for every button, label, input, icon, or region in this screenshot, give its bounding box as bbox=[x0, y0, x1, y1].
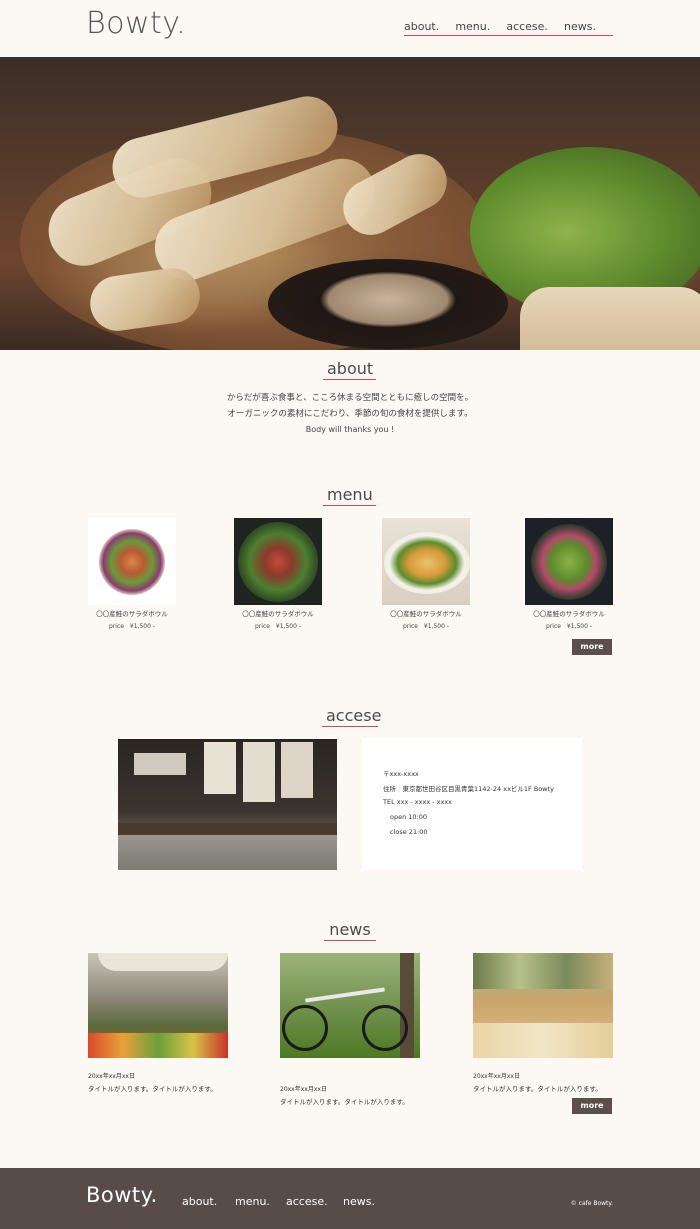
site-header: Bowty. about. menu. accese. news. bbox=[0, 0, 700, 57]
nav-link-menu[interactable]: menu. bbox=[455, 20, 490, 35]
news-item-date: 20xx年xx月xx日 bbox=[473, 1073, 520, 1080]
menu-item-price: price ¥1,500 - bbox=[546, 623, 592, 630]
news-item-title: タイトルが入ります。タイトルが入ります。 bbox=[88, 1085, 217, 1093]
cafe-interior-image bbox=[118, 739, 337, 870]
menu-item[interactable]: 〇〇産鮭のサラダボウル price ¥1,500 - bbox=[234, 518, 322, 630]
menu-item-price: price ¥1,500 - bbox=[403, 623, 449, 630]
menu-item-price: price ¥1,500 - bbox=[109, 623, 155, 630]
menu-item-image bbox=[525, 518, 613, 605]
menu-item-name: 〇〇産鮭のサラダボウル bbox=[390, 610, 462, 618]
section-title-news: news bbox=[324, 920, 376, 941]
footer-nav-accese[interactable]: accese. bbox=[286, 1195, 328, 1208]
footer-logo[interactable]: Bowty. bbox=[86, 1183, 158, 1207]
news-item-date: 20xx年xx月xx日 bbox=[88, 1073, 135, 1080]
section-title-about: about bbox=[323, 359, 376, 380]
menu-item-image bbox=[234, 518, 322, 605]
site-logo[interactable]: Bowty. bbox=[86, 6, 186, 41]
footer-nav-menu[interactable]: menu. bbox=[235, 1195, 270, 1208]
nav-link-news[interactable]: news. bbox=[564, 20, 596, 35]
footer-nav-about[interactable]: about. bbox=[182, 1195, 217, 1208]
nav-link-about[interactable]: about. bbox=[404, 20, 439, 35]
nav-link-accese[interactable]: accese. bbox=[506, 20, 548, 35]
menu-item[interactable]: 〇〇産鮭のサラダボウル price ¥1,500 - bbox=[88, 518, 176, 630]
news-item[interactable]: 20xx年xx月xx日 タイトルが入ります。タイトルが入ります。 bbox=[88, 953, 228, 1093]
news-item[interactable]: 20xx年xx月xx日 タイトルが入ります。タイトルが入ります。 bbox=[473, 953, 613, 1093]
footer-nav-news[interactable]: news. bbox=[343, 1195, 375, 1208]
news-item-image bbox=[280, 953, 420, 1058]
section-title-menu: menu bbox=[323, 485, 376, 506]
access-info-card: 〒xxx-xxxx 住所 東京都世田谷区目黒青葉1142-24 xxビル1F B… bbox=[362, 738, 582, 870]
news-item[interactable]: 20xx年xx月xx日 タイトルが入ります。タイトルが入ります。 bbox=[280, 953, 420, 1106]
menu-item[interactable]: 〇〇産鮭のサラダボウル price ¥1,500 - bbox=[382, 518, 470, 630]
news-item-date: 20xx年xx月xx日 bbox=[280, 1086, 327, 1093]
news-more-button[interactable]: more bbox=[572, 1098, 612, 1114]
menu-item-image bbox=[88, 518, 176, 605]
news-item-title: タイトルが入ります。タイトルが入ります。 bbox=[473, 1085, 602, 1093]
access-postal: 〒xxx-xxxx bbox=[383, 770, 419, 778]
hero-bread bbox=[520, 287, 700, 350]
menu-item-name: 〇〇産鮭のサラダボウル bbox=[242, 610, 314, 618]
hero-dip-bowl bbox=[268, 259, 508, 349]
about-text: からだが喜ぶ食事と、こころ休まる空間とともに癒しの空間を。 オーガニックの素材に… bbox=[0, 390, 700, 438]
news-item-image bbox=[88, 953, 228, 1058]
footer-copyright: © cafe Bowty. bbox=[570, 1200, 613, 1207]
hero-image bbox=[0, 57, 700, 350]
access-close: close 21:00 bbox=[390, 828, 428, 836]
menu-item[interactable]: 〇〇産鮭のサラダボウル price ¥1,500 - bbox=[525, 518, 613, 630]
main-nav: about. menu. accese. news. bbox=[404, 20, 613, 36]
menu-item-price: price ¥1,500 - bbox=[255, 623, 301, 630]
menu-item-name: 〇〇産鮭のサラダボウル bbox=[96, 610, 168, 618]
news-item-title: タイトルが入ります。タイトルが入ります。 bbox=[280, 1098, 409, 1106]
menu-more-button[interactable]: more bbox=[572, 639, 612, 655]
about-line-3: Body will thanks you ! bbox=[305, 425, 395, 434]
about-line-1: からだが喜ぶ食事と、こころ休まる空間とともに癒しの空間を。 bbox=[226, 393, 474, 403]
section-title-accese: accese bbox=[322, 706, 381, 727]
about-line-2: オーガニックの素材にこだわり、季節の旬の食材を提供します。 bbox=[227, 409, 473, 419]
menu-item-image bbox=[382, 518, 470, 605]
menu-item-name: 〇〇産鮭のサラダボウル bbox=[533, 610, 605, 618]
access-address: 住所 東京都世田谷区目黒青葉1142-24 xxビル1F Bowty bbox=[383, 785, 555, 793]
site-footer: Bowty. about. menu. accese. news. © cafe… bbox=[0, 1168, 700, 1229]
news-item-image bbox=[473, 953, 613, 1058]
access-open: open 10:00 bbox=[390, 813, 428, 821]
access-tel: TEL xxx - xxxx - xxxx bbox=[383, 798, 453, 806]
